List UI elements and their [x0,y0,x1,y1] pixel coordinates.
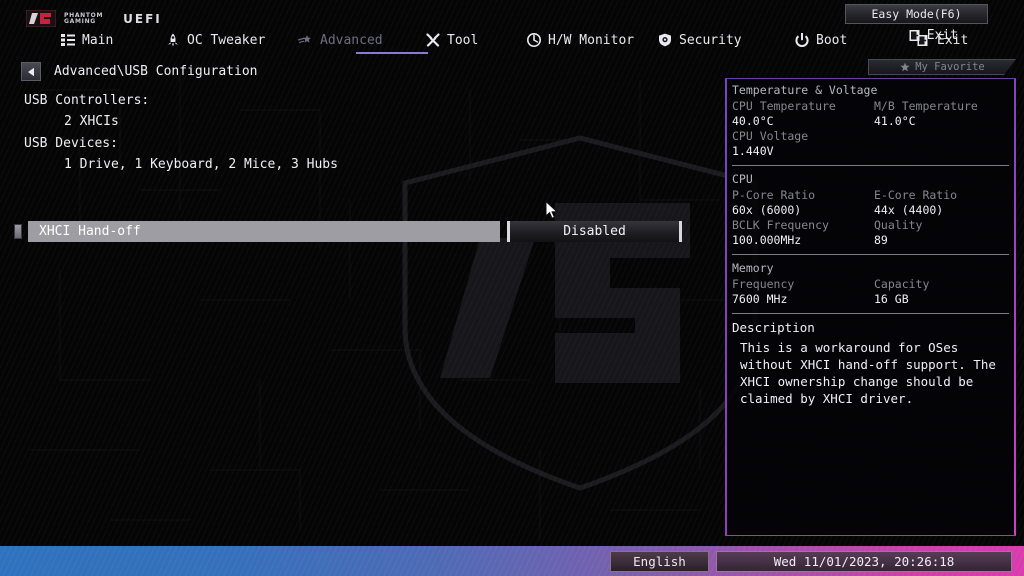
cpu-voltage-value: 1.440V [732,144,774,158]
bclk-frequency-value: 100.000MHz [732,233,802,247]
rocket-icon [165,33,180,48]
menu-item-advanced[interactable]: Advanced [298,29,383,51]
main-menu-bar: Main OC Tweaker Advanced Tool H/W Monito… [60,29,968,55]
menu-item-hw-monitor[interactable]: H/W Monitor [526,29,634,51]
usb-controllers-label: USB Controllers: [24,93,150,108]
quality-label: Quality [874,218,923,232]
option-row-xhci-hand-off[interactable]: XHCI Hand-off Disabled [14,221,704,242]
exit-door-icon [909,30,920,41]
option-value-dropdown[interactable]: Disabled [507,221,682,242]
option-label[interactable]: XHCI Hand-off [28,221,500,242]
phantom-gaming-logo-icon [26,10,56,27]
menu-item-tool[interactable]: Tool [425,29,478,51]
bios-screen: PHANTOM GAMING UEFI Easy Mode(F6) Exit M… [0,0,1024,576]
sidebar-section-title-cpu: CPU [732,172,753,186]
temperature-spacer [874,129,1009,144]
memory-capacity-label: Capacity [874,277,930,291]
my-favorite-label: My Favorite [915,61,985,73]
bclk-frequency-label: BCLK Frequency [732,218,829,232]
mb-temperature-value: 41.0°C [874,114,916,128]
usb-devices-value: 1 Drive, 1 Keyboard, 2 Mice, 3 Hubs [64,157,338,172]
e-core-ratio-value: 44x (4400) [874,203,944,217]
sidebar-divider-2 [732,254,1009,255]
list-icon [60,33,75,48]
bottom-status-bar: English Wed 11/01/2023, 20:26:18 [0,546,1024,576]
active-tab-underline [356,52,428,54]
memory-frequency-value: 7600 MHz [732,292,788,306]
selection-marker-icon [14,224,22,239]
power-icon [794,33,809,48]
system-info-sidebar: Temperature & Voltage CPU Temperature M/… [725,78,1016,536]
exit-button-label: Exit [926,28,958,43]
datetime-button[interactable]: Wed 11/01/2023, 20:26:18 [716,551,1012,572]
cpu-temperature-value: 40.0°C [732,114,774,128]
e-core-ratio-label: E-Core Ratio [874,188,958,202]
sidebar-divider-1 [732,165,1009,166]
cpu-voltage-label: CPU Voltage [732,129,809,143]
back-arrow-icon [27,67,34,76]
shield-icon [657,33,672,48]
menu-item-boot-label: Boot [816,32,848,48]
tools-icon [425,33,440,48]
menu-item-security-label: Security [679,32,742,48]
sidebar-section-title-temperature: Temperature & Voltage [732,83,878,97]
sidebar-divider-3 [732,313,1009,314]
menu-item-advanced-label: Advanced [320,32,383,48]
mb-temperature-label: M/B Temperature [874,99,978,113]
uefi-label: UEFI [123,11,162,26]
exit-button[interactable]: Exit [908,28,958,43]
sidebar-section-temperature: CPU Temperature M/B Temperature 40.0°C 4… [732,99,1009,159]
quality-value: 89 [874,233,888,247]
sidebar-section-memory: Frequency Capacity 7600 MHz 16 GB [732,277,1009,307]
menu-item-oc-tweaker[interactable]: OC Tweaker [165,29,265,51]
description-body: This is a workaround for OSes without XH… [740,340,996,406]
star-icon [900,62,910,72]
header: PHANTOM GAMING UEFI Easy Mode(F6) Exit M… [0,0,1024,75]
breadcrumb-path: Advanced\USB Configuration [54,64,258,79]
menu-item-boot[interactable]: Boot [794,29,847,51]
brand-line-2: GAMING [64,17,96,25]
menu-item-oc-tweaker-label: OC Tweaker [187,32,266,48]
menu-item-hw-monitor-label: H/W Monitor [548,32,635,48]
temperature-spacer-2 [874,144,1009,159]
back-button[interactable] [21,62,41,81]
usb-devices-label: USB Devices: [24,136,118,151]
memory-capacity-value: 16 GB [874,292,909,306]
p-core-ratio-value: 60x (6000) [732,203,802,217]
sidebar-section-cpu: P-Core Ratio E-Core Ratio 60x (6000) 44x… [732,188,1009,248]
cpu-temperature-label: CPU Temperature [732,99,836,113]
gauge-icon [526,33,541,48]
easy-mode-button[interactable]: Easy Mode(F6) [845,4,988,24]
language-button[interactable]: English [610,551,709,572]
usb-controllers-value: 2 XHCIs [64,114,119,129]
p-core-ratio-label: P-Core Ratio [732,188,816,202]
my-favorite-button[interactable]: My Favorite [868,59,1016,75]
menu-item-security[interactable]: Security [657,29,742,51]
memory-frequency-label: Frequency [732,277,795,291]
menu-item-tool-label: Tool [447,32,479,48]
sidebar-section-title-memory: Memory [732,261,774,275]
brand-logo: PHANTOM GAMING UEFI [26,10,162,27]
menu-item-main-label: Main [82,32,114,48]
menu-item-main[interactable]: Main [60,29,113,51]
main-content: USB Controllers: 2 XHCIs USB Devices: 1 … [0,85,715,535]
shooting-star-icon [298,33,313,48]
description-title: Description [732,320,815,335]
breadcrumb: Advanced\USB Configuration [21,62,258,81]
